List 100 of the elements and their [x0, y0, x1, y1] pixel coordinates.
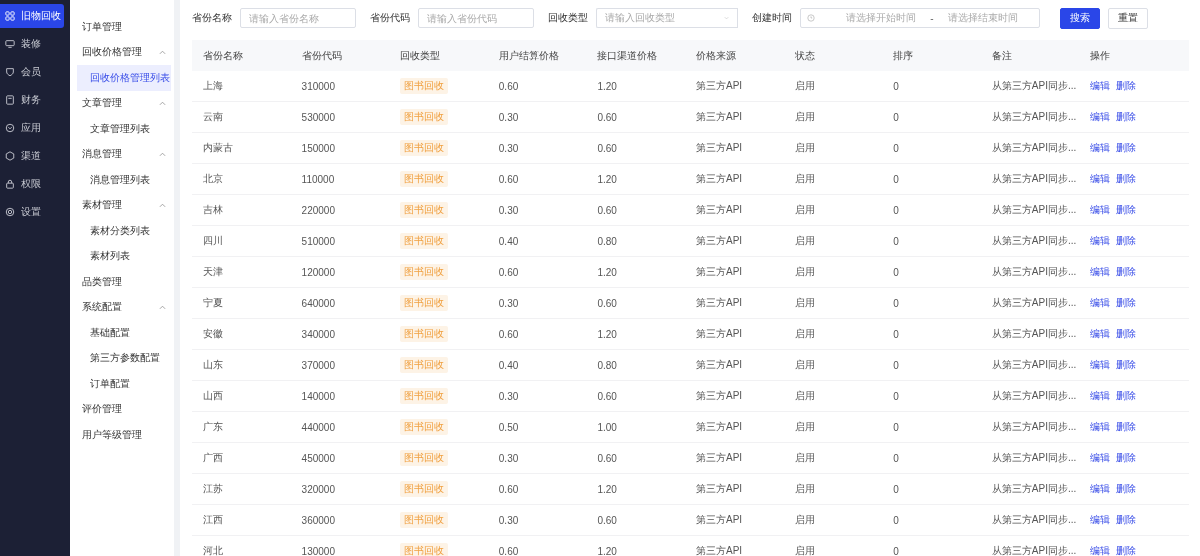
delete-link[interactable]: 删除 [1116, 451, 1137, 465]
table-cell: 0 [893, 266, 899, 278]
table-cell: 340000 [301, 328, 335, 340]
menu-item[interactable]: 订单配置 [77, 371, 171, 397]
table-cell: 370000 [301, 359, 335, 371]
table-cell: 安徽 [203, 327, 223, 341]
type-tag: 图书回收 [400, 357, 449, 373]
delete-link[interactable]: 删除 [1116, 327, 1137, 341]
delete-link[interactable]: 删除 [1116, 389, 1137, 403]
menu-item[interactable]: 基础配置 [77, 320, 171, 346]
delete-link[interactable]: 删除 [1116, 79, 1137, 93]
search-button[interactable]: 搜索 [1060, 7, 1100, 29]
delete-link[interactable]: 删除 [1116, 172, 1137, 186]
clock-icon [807, 14, 815, 22]
delete-link[interactable]: 删除 [1116, 110, 1137, 124]
nav-item[interactable]: 旧物回收 [0, 4, 64, 28]
type-tag: 图书回收 [400, 140, 449, 156]
date-range-field[interactable]: 请选择开始时间 - 请选择结束时间 [800, 8, 1040, 28]
table-cell: 从第三方API同步... [991, 265, 1077, 279]
table-cell: 吉林 [203, 203, 223, 217]
table-cell: 从第三方API同步... [991, 513, 1077, 527]
table-cell: 启用 [794, 172, 815, 186]
menu-item[interactable]: 品类管理 [70, 269, 174, 295]
menu-item[interactable]: 用户等级管理 [70, 422, 174, 448]
filter-label: 创建时间 [752, 11, 792, 25]
menu-group[interactable]: 文章管理 [70, 90, 174, 116]
delete-link[interactable]: 删除 [1116, 358, 1137, 372]
menu-item[interactable]: 素材分类列表 [77, 218, 171, 244]
table-cell: 310000 [301, 80, 335, 92]
delete-link[interactable]: 删除 [1116, 482, 1137, 496]
edit-link[interactable]: 编辑 [1090, 420, 1111, 434]
delete-link[interactable]: 删除 [1116, 234, 1137, 248]
delete-link[interactable]: 删除 [1116, 420, 1137, 434]
table-cell: 530000 [301, 111, 335, 123]
edit-link[interactable]: 编辑 [1090, 79, 1111, 93]
edit-link[interactable]: 编辑 [1090, 265, 1111, 279]
table-cell: 从第三方API同步... [991, 544, 1077, 556]
delete-link[interactable]: 删除 [1116, 296, 1137, 310]
edit-link[interactable]: 编辑 [1090, 451, 1111, 465]
nav-item[interactable]: 设置 [0, 200, 64, 224]
edit-link[interactable]: 编辑 [1090, 141, 1111, 155]
table-cell: 山东 [203, 358, 223, 372]
type-tag: 图书回收 [400, 202, 449, 218]
edit-link[interactable]: 编辑 [1090, 203, 1111, 217]
delete-link[interactable]: 删除 [1116, 513, 1137, 527]
table-cell: 0 [893, 328, 899, 340]
table-cell: 0.30 [498, 111, 519, 123]
menu-group[interactable]: 素材管理 [70, 192, 174, 218]
text-field[interactable]: 请输入省份代码 [418, 8, 534, 28]
table-cell: 0.60 [597, 514, 617, 526]
table-cell: 110000 [301, 173, 335, 185]
delete-link[interactable]: 删除 [1116, 544, 1137, 556]
table-cell: 第三方API [696, 110, 743, 124]
table-cell: 从第三方API同步... [991, 420, 1077, 434]
edit-link[interactable]: 编辑 [1090, 172, 1111, 186]
caret-icon [159, 202, 166, 208]
table-cell: 0.30 [498, 142, 519, 154]
table-cell: 0.30 [498, 390, 519, 402]
type-tag: 图书回收 [400, 543, 449, 556]
menu-item[interactable]: 订单管理 [70, 14, 174, 40]
menu-item[interactable]: 文章管理列表 [77, 116, 171, 142]
type-tag: 图书回收 [400, 109, 449, 125]
table-cell: 启用 [794, 482, 815, 496]
menu-group[interactable]: 消息管理 [70, 141, 174, 167]
table-cell: 启用 [794, 513, 815, 527]
nav-item[interactable]: 应用 [0, 116, 64, 140]
table-cell: 0.30 [498, 204, 519, 216]
edit-link[interactable]: 编辑 [1090, 482, 1111, 496]
menu-item[interactable]: 素材列表 [77, 243, 171, 269]
edit-link[interactable]: 编辑 [1090, 327, 1111, 341]
table-cell: 第三方API [696, 482, 743, 496]
edit-link[interactable]: 编辑 [1090, 234, 1111, 248]
edit-link[interactable]: 编辑 [1090, 358, 1111, 372]
table-cell: 120000 [301, 266, 335, 278]
edit-link[interactable]: 编辑 [1090, 389, 1111, 403]
nav-item[interactable]: 财务 [0, 88, 64, 112]
nav-item[interactable]: 会员 [0, 60, 64, 84]
nav-item[interactable]: 装修 [0, 32, 64, 56]
menu-item[interactable]: 消息管理列表 [77, 167, 171, 193]
edit-link[interactable]: 编辑 [1090, 296, 1111, 310]
delete-link[interactable]: 删除 [1116, 203, 1137, 217]
reset-button[interactable]: 重置 [1108, 7, 1148, 29]
menu-item[interactable]: 回收价格管理列表 [77, 65, 171, 91]
menu-item[interactable]: 评价管理 [70, 396, 174, 422]
nav-item[interactable]: 权限 [0, 172, 64, 196]
delete-link[interactable]: 删除 [1116, 141, 1137, 155]
menu-group[interactable]: 回收价格管理 [70, 39, 174, 65]
table-cell: 江西 [203, 513, 223, 527]
table-cell: 0.60 [498, 483, 519, 495]
table-cell: 广东 [203, 420, 223, 434]
delete-link[interactable]: 删除 [1116, 265, 1137, 279]
menu-group[interactable]: 系统配置 [70, 294, 174, 320]
text-field[interactable]: 请输入省份名称 [240, 8, 356, 28]
menu-item[interactable]: 第三方参数配置 [77, 345, 171, 371]
table-cell: 0.30 [498, 452, 519, 464]
edit-link[interactable]: 编辑 [1090, 513, 1111, 527]
table-cell: 第三方API [696, 234, 743, 248]
nav-item[interactable]: 渠道 [0, 144, 64, 168]
edit-link[interactable]: 编辑 [1090, 110, 1111, 124]
edit-link[interactable]: 编辑 [1090, 544, 1111, 556]
